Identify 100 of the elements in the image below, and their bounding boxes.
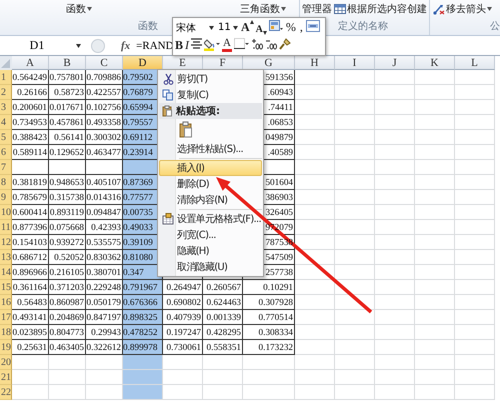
table-cell: 0.478252 bbox=[123, 325, 163, 340]
splitter-handle[interactable] bbox=[91, 38, 105, 52]
ribbon-button[interactable]: 管理器 bbox=[302, 2, 332, 16]
row-header[interactable]: 18 bbox=[0, 325, 12, 340]
table-cell: 0.388423 bbox=[12, 130, 49, 145]
table-cell: 0.315738 bbox=[49, 190, 86, 205]
table-cell: 0.948653 bbox=[49, 175, 86, 190]
column-header[interactable]: E bbox=[163, 56, 203, 70]
row-header[interactable]: 5 bbox=[0, 130, 12, 145]
row-header[interactable]: 8 bbox=[0, 175, 12, 190]
column-header[interactable]: F bbox=[203, 56, 243, 70]
caret-icon bbox=[233, 26, 238, 30]
grow-font-button[interactable]: A bbox=[241, 20, 254, 36]
row-header[interactable]: 10 bbox=[0, 205, 12, 220]
table-cell: 0.600414 bbox=[12, 205, 49, 220]
row-header[interactable]: 19 bbox=[0, 340, 12, 355]
table-cell: 0.371203 bbox=[49, 280, 86, 295]
row-header[interactable]: 1 bbox=[0, 70, 12, 85]
scissors-icon bbox=[162, 73, 174, 85]
ribbon-button[interactable]: 移去箭头 bbox=[433, 2, 492, 16]
arrows-icon bbox=[433, 3, 445, 15]
column-header[interactable]: A bbox=[12, 56, 49, 70]
border-icon[interactable] bbox=[234, 38, 250, 50]
merge-cells-icon[interactable] bbox=[306, 20, 320, 32]
column-header[interactable]: B bbox=[49, 56, 86, 70]
row-header[interactable]: 9 bbox=[0, 190, 12, 205]
table-cell: 0.877396 bbox=[12, 220, 49, 235]
row-header[interactable]: 22 bbox=[0, 385, 12, 400]
table-cell: 0.690802 bbox=[163, 295, 203, 310]
table-cell: 0.56483 bbox=[12, 295, 49, 310]
ribbon-button[interactable]: 函数 bbox=[66, 2, 92, 16]
table-cell: 0.308334 bbox=[243, 325, 295, 340]
row-header[interactable]: 3 bbox=[0, 100, 12, 115]
column-header[interactable]: G bbox=[243, 56, 295, 70]
name-box[interactable]: D1 bbox=[0, 36, 74, 54]
table-cell: 0.407939 bbox=[163, 310, 203, 325]
row-header[interactable]: 7 bbox=[0, 160, 12, 175]
fill-color-icon[interactable] bbox=[204, 38, 220, 51]
insert-function-button[interactable]: fx bbox=[121, 40, 130, 52]
ribbon-button[interactable]: 根据所选内容创建 bbox=[334, 2, 427, 16]
cell-styles-icon[interactable] bbox=[268, 20, 283, 34]
column-header[interactable]: I bbox=[335, 56, 375, 70]
column-header[interactable]: J bbox=[375, 56, 415, 70]
table-cell: 0.52052 bbox=[49, 250, 86, 265]
center-align-icon[interactable] bbox=[191, 38, 202, 49]
up-mark-icon bbox=[250, 20, 254, 24]
row-header[interactable]: 12 bbox=[0, 235, 12, 250]
column-header[interactable]: K bbox=[415, 56, 455, 70]
column-header[interactable]: C bbox=[86, 56, 123, 70]
table-cell: 0.25631 bbox=[12, 340, 49, 355]
row-header[interactable]: 11 bbox=[0, 220, 12, 235]
table-cell: 0.361164 bbox=[12, 280, 49, 295]
row-header[interactable]: 4 bbox=[0, 115, 12, 130]
caret-icon bbox=[76, 44, 81, 48]
bold-button[interactable]: B bbox=[175, 38, 184, 53]
table-cell: 0.860987 bbox=[49, 295, 86, 310]
table-cell: 0.939272 bbox=[49, 235, 86, 250]
row-header[interactable]: 20 bbox=[0, 355, 12, 370]
paste-icon[interactable] bbox=[179, 121, 193, 139]
row-header[interactable]: 21 bbox=[0, 370, 12, 385]
italic-button[interactable]: I bbox=[185, 38, 190, 53]
column-header[interactable]: L bbox=[455, 56, 495, 70]
table-cell: 0.264947 bbox=[163, 280, 203, 295]
format-painter-icon[interactable] bbox=[279, 38, 292, 50]
format-cells-icon bbox=[162, 213, 174, 225]
row-header[interactable]: 15 bbox=[0, 280, 12, 295]
shrink-font-button[interactable]: A bbox=[256, 20, 267, 36]
table-cell: 0.734953 bbox=[12, 115, 49, 130]
row-header[interactable]: 16 bbox=[0, 295, 12, 310]
table-cell: 0.558351 bbox=[203, 340, 243, 355]
table-cell: 0.200601 bbox=[12, 100, 49, 115]
table-cell: 0.173232 bbox=[243, 340, 295, 355]
row-header[interactable]: 2 bbox=[0, 85, 12, 100]
group-label: 公 bbox=[490, 20, 500, 33]
row-header[interactable]: 13 bbox=[0, 250, 12, 265]
table-cell: 0.381819 bbox=[12, 175, 49, 190]
decrease-decimal-icon[interactable] bbox=[265, 38, 278, 50]
table-cell: 0.893119 bbox=[49, 205, 86, 220]
caret-icon bbox=[209, 26, 214, 30]
format-button[interactable]: % bbox=[284, 20, 297, 36]
menu-section-header: 粘贴选项: bbox=[175, 104, 220, 118]
ribbon-button[interactable]: 三角函数 bbox=[240, 2, 286, 16]
row-header[interactable]: 17 bbox=[0, 310, 12, 325]
table-cell: 0.58723 bbox=[49, 85, 86, 100]
increase-decimal-icon[interactable] bbox=[251, 38, 264, 50]
table-cell: 0.204869 bbox=[49, 310, 86, 325]
menu-item[interactable]: 插入(I) bbox=[159, 160, 262, 176]
row-header[interactable]: 6 bbox=[0, 145, 12, 160]
format-button[interactable]: , bbox=[298, 20, 304, 36]
column-header[interactable]: D bbox=[123, 56, 163, 70]
font-color-button[interactable]: A bbox=[222, 38, 232, 53]
font-name-field[interactable]: 宋体 bbox=[175, 20, 215, 36]
table-cell: 0.457861 bbox=[49, 115, 86, 130]
column-header[interactable]: H bbox=[295, 56, 335, 70]
table-cell: 0.197247 bbox=[163, 325, 203, 340]
table-cell: 0.676366 bbox=[123, 295, 163, 310]
copy-icon bbox=[162, 89, 174, 101]
row-header[interactable]: 14 bbox=[0, 265, 12, 280]
table-cell: 0.804773 bbox=[49, 325, 86, 340]
table-cell: 0.075668 bbox=[49, 220, 86, 235]
